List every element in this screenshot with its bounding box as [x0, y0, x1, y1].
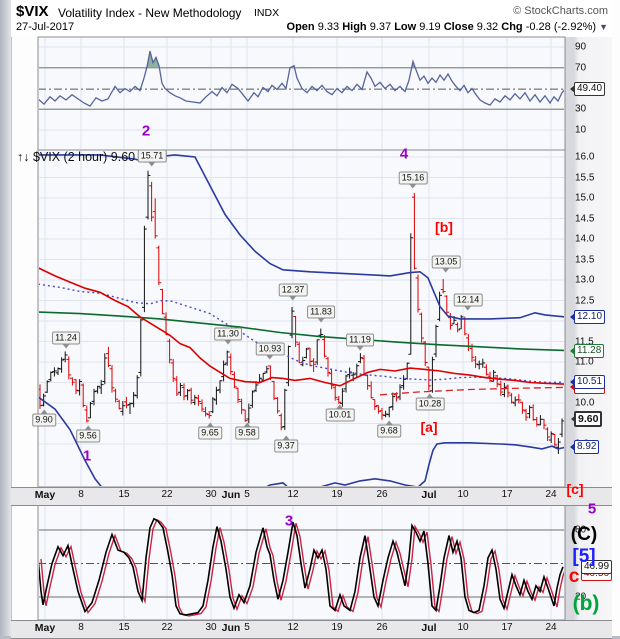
chart-canvas — [0, 0, 620, 639]
main-chart-title: ↑↓ $VIX (2 hour) 9.60 — [17, 150, 135, 164]
stockcharts-window: $VIX Volatility Index - New Methodology … — [0, 0, 620, 639]
rsi-panel-frame — [38, 37, 565, 150]
